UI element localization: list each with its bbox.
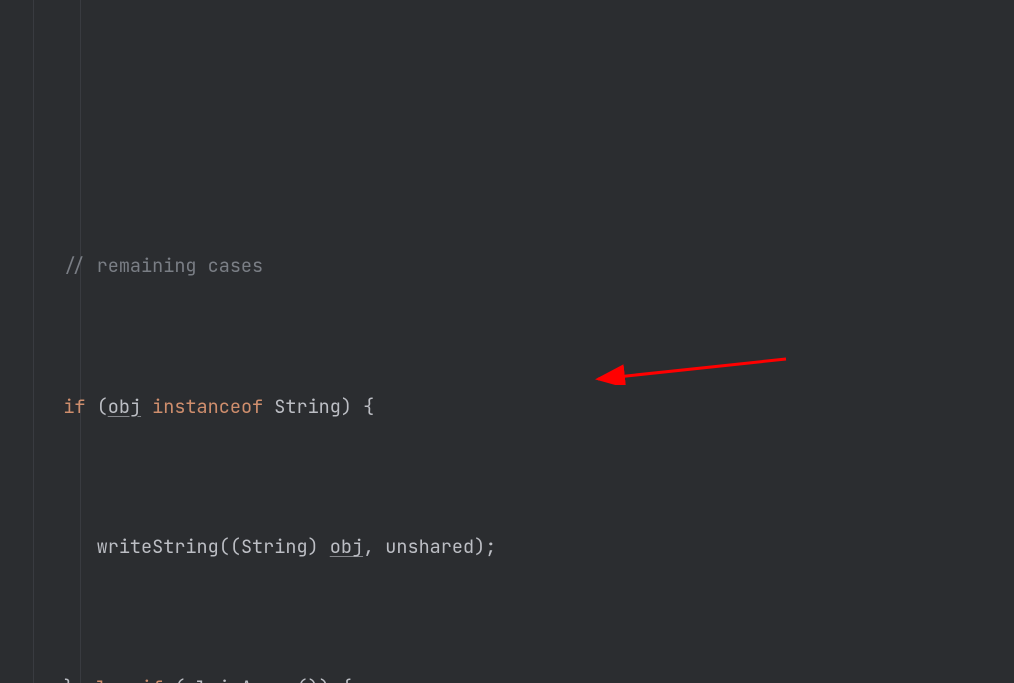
code-token: else (86, 675, 130, 683)
code-token: ) (319, 675, 330, 683)
indent (30, 394, 63, 419)
code-token (352, 394, 363, 419)
code-token: ; (485, 534, 496, 559)
code-token: if (63, 394, 85, 419)
code-token: ) (341, 394, 352, 419)
code-token: // remaining cases (63, 253, 263, 278)
code-token: ) (308, 675, 319, 683)
code-token (141, 394, 152, 419)
code-token: unshared (385, 534, 474, 559)
code-token: ( (97, 394, 108, 419)
code-token: isArray (219, 675, 297, 683)
code-line[interactable]: if (obj instanceof String) { (30, 389, 1014, 424)
code-token: { (341, 675, 352, 683)
code-line[interactable]: // remaining cases (30, 248, 1014, 283)
code-token: (String) (230, 534, 330, 559)
code-token: instanceof (152, 394, 263, 419)
indent-guide (33, 0, 34, 683)
code-token: if (141, 675, 163, 683)
code-line[interactable]: } else if (cl.isArray()) { (30, 670, 1014, 683)
code-token (163, 675, 174, 683)
code-token: ( (174, 675, 185, 683)
indent (30, 253, 63, 278)
indent (30, 534, 63, 559)
code-editor[interactable]: // remaining cases if (obj instanceof St… (0, 0, 1014, 683)
code-token: writeString (97, 534, 219, 559)
code-token: . (208, 675, 219, 683)
code-token: { (363, 394, 374, 419)
indent-guide (80, 0, 81, 683)
code-token: , (363, 534, 385, 559)
code-token: ) (474, 534, 485, 559)
code-token: cl (185, 675, 207, 683)
code-token (86, 394, 97, 419)
code-token: obj (108, 394, 141, 419)
code-token (330, 675, 341, 683)
indent (63, 534, 96, 559)
code-token: obj (330, 534, 363, 559)
code-line[interactable]: writeString((String) obj, unshared); (30, 529, 1014, 564)
indent (30, 675, 63, 683)
code-token: ( (219, 534, 230, 559)
code-token: String (274, 394, 341, 419)
code-token: } (63, 675, 85, 683)
code-token (263, 394, 274, 419)
code-token (130, 675, 141, 683)
code-token: ( (296, 675, 307, 683)
